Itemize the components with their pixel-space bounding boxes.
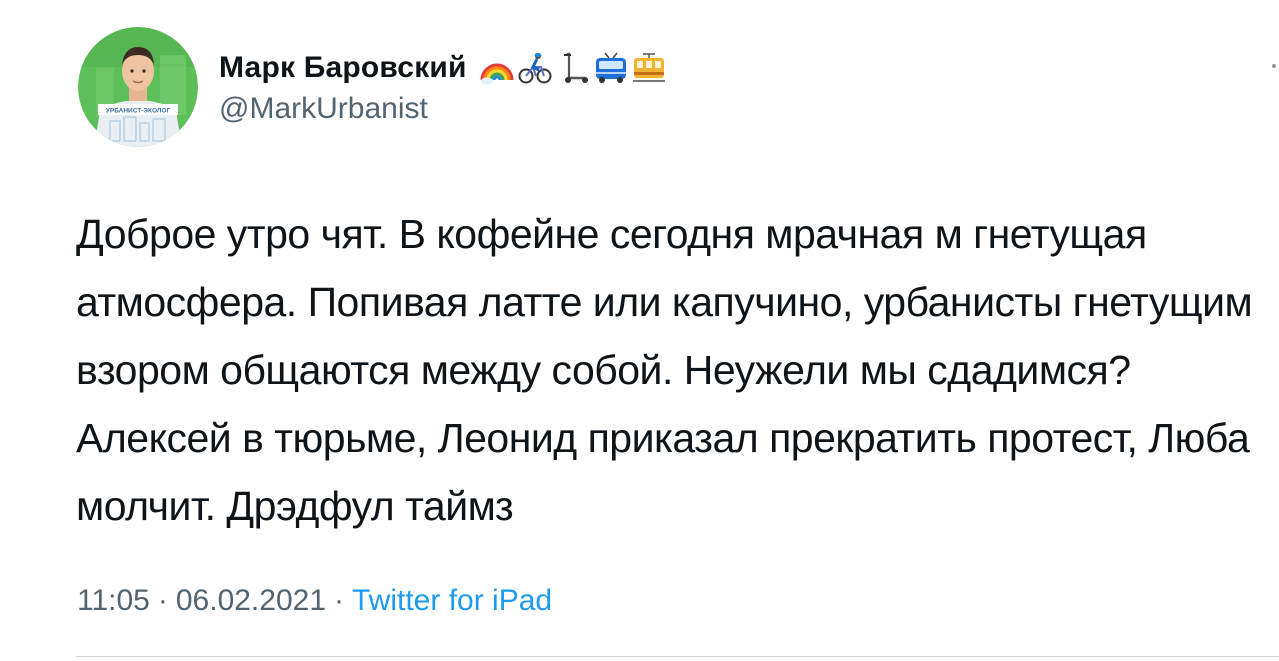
tweet-meta: 11:05 · 06.02.2021 · Twitter for iPad (77, 584, 552, 618)
avatar-caption: УРБАНИСТ-ЭКОЛОГ (106, 108, 171, 115)
avatar-image: УРБАНИСТ-ЭКОЛОГ (78, 27, 198, 147)
author-display-name[interactable]: Марк Баровский (219, 51, 467, 85)
rainbow-icon (479, 50, 515, 86)
name-emoji-row (479, 50, 667, 86)
tweet: УРБАНИСТ-ЭКОЛОГ Марк Баровский @MarkUrba… (0, 0, 1279, 661)
scooter-icon (555, 50, 591, 86)
author-row: Марк Баровский (219, 44, 667, 92)
tweet-source-link[interactable]: Twitter for iPad (352, 584, 552, 618)
meta-separator: · (334, 584, 345, 617)
tweet-time[interactable]: 11:05 (77, 584, 150, 618)
more-options-icon[interactable] (1272, 64, 1276, 68)
meta-separator: · (157, 584, 168, 617)
divider (76, 656, 1279, 657)
bus-icon (593, 50, 629, 86)
tweet-date[interactable]: 06.02.2021 (176, 584, 326, 618)
cyclist-icon (517, 50, 553, 86)
tram-icon (631, 50, 667, 86)
tweet-text: Доброе утро чят. В кофейне сегодня мрачн… (76, 211, 1253, 529)
author-handle[interactable]: @MarkUrbanist (219, 92, 428, 126)
avatar[interactable]: УРБАНИСТ-ЭКОЛОГ (78, 27, 198, 147)
